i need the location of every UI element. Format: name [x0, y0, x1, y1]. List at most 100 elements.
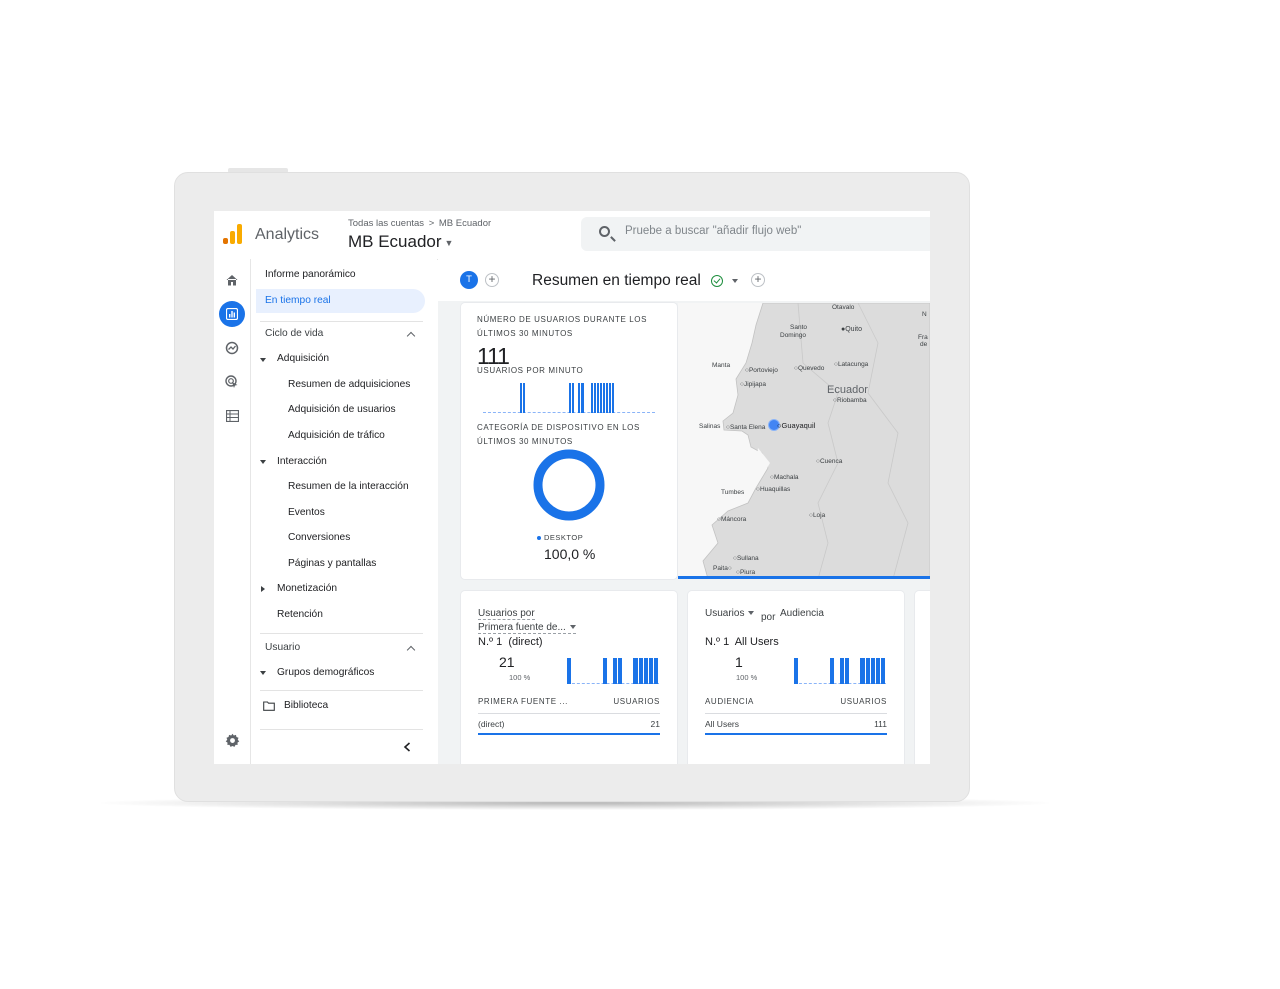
- search-icon: [599, 226, 610, 237]
- analytics-screen: Analytics Todas las cuentas > MB Ecuador…: [214, 211, 930, 764]
- chevron-up-icon[interactable]: [406, 331, 416, 341]
- map-city-santa-elena: ○Santa Elena: [726, 424, 766, 431]
- device-legend: DESKTOP: [537, 533, 583, 542]
- audience-metric-label: Usuarios: [705, 608, 745, 619]
- expand-arrow-icon[interactable]: [260, 671, 266, 675]
- source-top-label: (direct): [508, 636, 543, 648]
- audience-dimension-label[interactable]: Audiencia: [780, 608, 824, 619]
- search-input[interactable]: [625, 225, 925, 237]
- reports-icon[interactable]: [219, 301, 245, 327]
- comparison-avatar[interactable]: T: [460, 271, 478, 289]
- add-comparison-button[interactable]: +: [485, 273, 499, 287]
- collapse-sidebar-icon[interactable]: [403, 742, 411, 752]
- nav-section-user[interactable]: Usuario: [265, 642, 300, 653]
- nav-divider: [260, 729, 423, 730]
- collapse-arrow-icon[interactable]: [261, 586, 265, 592]
- users-col-header: USUARIOS: [613, 697, 660, 706]
- check-circle-icon: [711, 275, 723, 287]
- nav-conversions[interactable]: Conversiones: [288, 532, 350, 543]
- audience-sparkline-bar: [840, 658, 845, 684]
- breadcrumb-root[interactable]: Todas las cuentas: [348, 218, 424, 229]
- source-dimension-selector[interactable]: Primera fuente de...: [478, 622, 576, 634]
- home-icon[interactable]: [221, 269, 243, 291]
- map-city-paita: Paita○: [713, 565, 732, 572]
- source-sparkline-bar: [648, 658, 654, 684]
- audience-percent: 100 %: [736, 673, 758, 682]
- table-row-label[interactable]: (direct): [478, 719, 504, 729]
- left-rail: [214, 259, 251, 764]
- audience-metric-selector[interactable]: Usuarios: [705, 608, 755, 619]
- users-per-minute-bar: [519, 383, 523, 413]
- audience-sparkline: [794, 658, 886, 684]
- nav-acquisition[interactable]: Adquisición: [277, 353, 329, 364]
- breadcrumb-separator: >: [428, 218, 435, 229]
- source-rank: N.º 1: [478, 636, 503, 648]
- source-sparkline-bar: [567, 658, 572, 684]
- chevron-up-icon[interactable]: [406, 645, 416, 655]
- search-bar[interactable]: [581, 217, 930, 251]
- nav-demographics[interactable]: Grupos demográficos: [277, 667, 374, 678]
- users-by-source-card: Usuarios por Primera fuente de... N.º 1 …: [461, 591, 677, 764]
- device-caption-line1: Categoría de dispositivo en los: [477, 423, 640, 432]
- explore-icon[interactable]: [221, 337, 243, 359]
- gear-icon[interactable]: [221, 729, 243, 751]
- users-caption-line2: últimos 30 minutos: [477, 329, 573, 338]
- users-per-minute-bar: [596, 383, 599, 413]
- users-col-header: USUARIOS: [840, 697, 887, 706]
- map-city-santo: Santo: [790, 324, 807, 331]
- nav-realtime[interactable]: En tiempo real: [265, 295, 331, 306]
- caret-down-icon: ▼: [444, 237, 454, 248]
- folder-icon: [263, 701, 275, 711]
- source-sparkline-bar: [602, 658, 608, 684]
- map-city-salinas: Salinas: [699, 423, 721, 430]
- map-city-portoviejo: ○Portoviejo: [745, 367, 778, 374]
- nav-pages-screens[interactable]: Páginas y pantallas: [288, 558, 376, 569]
- audience-value: 1: [735, 654, 743, 670]
- map-city-mancora: ○Máncora: [717, 516, 747, 523]
- analytics-logo-icon[interactable]: [223, 224, 243, 244]
- nav-events[interactable]: Eventos: [288, 507, 325, 518]
- nav-monetization[interactable]: Monetización: [277, 583, 337, 594]
- users-per-minute-bar: [602, 383, 606, 413]
- nav-retention[interactable]: Retención: [277, 609, 323, 620]
- audience-por: por: [761, 612, 776, 623]
- caret-down-icon: [748, 611, 755, 616]
- add-filter-button[interactable]: +: [751, 273, 765, 287]
- audience-sparkline-bar: [829, 658, 835, 684]
- table-row-value: 21: [650, 719, 660, 729]
- nav-engagement[interactable]: Interacción: [277, 456, 327, 467]
- nav-library[interactable]: Biblioteca: [284, 700, 328, 711]
- users-per-minute-bar: [572, 383, 575, 413]
- expand-arrow-icon[interactable]: [260, 460, 266, 464]
- nav-user-acquisition[interactable]: Adquisición de usuarios: [288, 404, 396, 415]
- map-city-piura: ○Piura: [736, 569, 756, 576]
- donut-slice-desktop: [533, 449, 605, 521]
- map-country-label: Ecuador: [827, 384, 868, 396]
- advertising-icon[interactable]: [221, 371, 243, 393]
- audience-rank: N.º 1: [705, 636, 730, 648]
- expand-arrow-icon[interactable]: [260, 358, 266, 362]
- account-selector[interactable]: MB Ecuador ▼: [348, 232, 453, 252]
- realtime-map[interactable]: Otavalo Santo Domingo ●Quito Manta ○Port…: [678, 303, 930, 579]
- nav-overview[interactable]: Informe panorámico: [265, 269, 356, 280]
- map-city-huaquillas: ○Huaquillas: [756, 486, 791, 493]
- nav-divider: [260, 321, 423, 322]
- source-sparkline-bar: [618, 658, 623, 684]
- caret-down-icon[interactable]: [732, 279, 738, 283]
- source-sparkline-bar: [613, 658, 618, 684]
- nav-eng-overview[interactable]: Resumen de la interacción: [288, 481, 409, 492]
- device-percent: 100,0 %: [544, 546, 596, 562]
- users-per-minute-bar: [569, 383, 572, 413]
- app-header: Analytics Todas las cuentas > MB Ecuador…: [214, 211, 930, 260]
- audience-col-header: AUDIENCIA: [705, 697, 754, 706]
- nav-section-lifecycle[interactable]: Ciclo de vida: [265, 328, 323, 339]
- map-city-jipijapa: ○Jipijapa: [740, 381, 766, 388]
- breadcrumb-account[interactable]: MB Ecuador: [439, 218, 491, 229]
- nav-acq-overview[interactable]: Resumen de adquisiciones: [288, 379, 410, 390]
- app-name[interactable]: Analytics: [255, 226, 319, 244]
- configure-icon[interactable]: [221, 405, 243, 427]
- map-city-manta: Manta: [712, 362, 731, 369]
- users-per-minute-bar: [605, 383, 609, 413]
- nav-traffic-acquisition[interactable]: Adquisición de tráfico: [288, 430, 385, 441]
- table-row-label[interactable]: All Users: [705, 719, 739, 729]
